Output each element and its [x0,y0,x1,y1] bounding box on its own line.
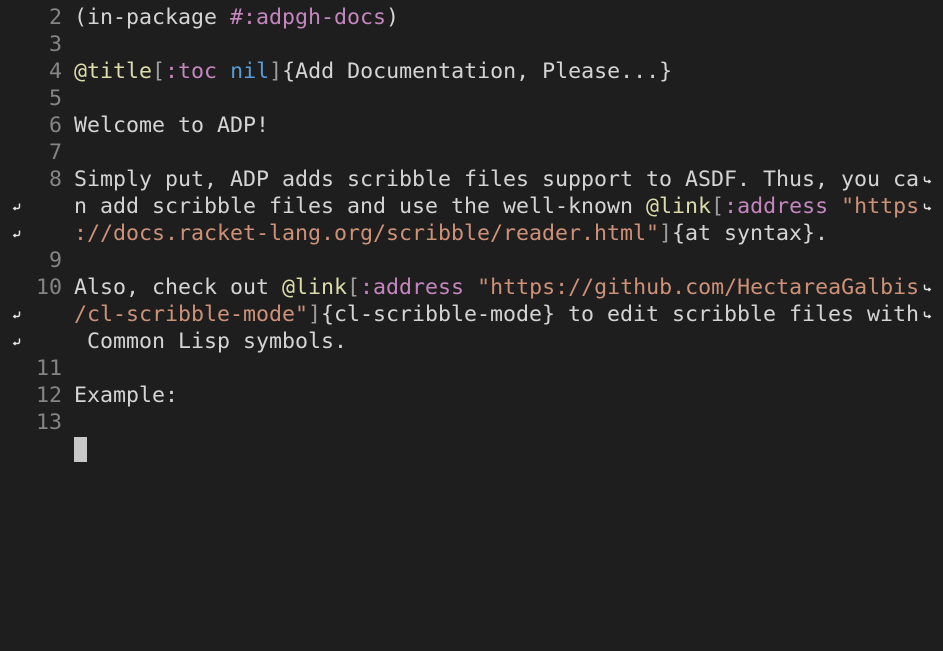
code-editor[interactable]: 2 (in-package #:adpgh-docs) 3 4 @title[:toc … [0,0,943,651]
token-bracket: ] [308,302,322,327]
code-line[interactable]: 11 [0,355,943,382]
line-number: 11 [35,356,62,381]
line-number: 5 [48,86,62,111]
token-string: ://docs.racket-lang.org/scribble/reader.… [74,221,660,246]
token-at-command: @link [282,275,348,300]
line-text: Also, check out @link[:address "https://… [74,274,919,301]
code-line[interactable]: /cl-scribble-mode"]{cl-scribble-mode} to… [0,301,943,328]
token-text: Common Lisp symbols. [74,329,348,354]
line-number: 6 [48,113,62,138]
line-text: Simply put, ADP adds scribble files supp… [74,166,919,193]
line-text: Welcome to ADP! [74,112,269,139]
wrap-arrow-icon [923,310,932,319]
line-text: @title[:toc nil]{Add Documentation, Plea… [74,58,672,85]
wrap-continuation-icon [12,229,21,238]
token-text: Also, check out [74,275,283,300]
line-text: /cl-scribble-mode"]{cl-scribble-mode} to… [74,301,919,328]
line-number: 4 [48,59,62,84]
wrap-arrow-icon [923,175,932,184]
code-line[interactable]: 10 Also, check out @link[:address "https:… [0,274,943,301]
token-bracket: [ [347,275,361,300]
code-line[interactable]: 4 @title[:toc nil]{Add Documentation, Ple… [0,58,943,85]
code-line[interactable]: 2 (in-package #:adpgh-docs) [0,4,943,31]
token-text: {Add Documentation, Please...} [282,59,673,84]
wrap-arrow-icon [923,283,932,292]
token-string: "https [841,194,920,219]
code-line[interactable]: 8 Simply put, ADP adds scribble files sup… [0,166,943,193]
line-number: 7 [48,140,62,165]
token-text: {cl-scribble-mode} to edit scribble file… [321,302,920,327]
wrap-continuation-icon [12,337,21,346]
code-line[interactable]: 5 [0,85,943,112]
code-line[interactable]: n add scribble files and use the well-kn… [0,193,943,220]
token-bracket: [ [711,194,725,219]
token-keyword: :toc [165,59,218,84]
line-number: 2 [48,5,62,30]
line-text: Common Lisp symbols. [74,328,347,355]
line-number: 8 [48,167,62,192]
line-number: 13 [35,410,62,435]
code-line[interactable]: ://docs.racket-lang.org/scribble/reader.… [0,220,943,247]
text-cursor [74,437,87,462]
token-text: n add scribble files and use the well-kn… [74,194,647,219]
token-keyword: :address [724,194,829,219]
code-line[interactable]: 6 Welcome to ADP! [0,112,943,139]
wrap-arrow-icon [923,202,932,211]
code-line[interactable]: 12 Example: [0,382,943,409]
code-line[interactable]: 7 [0,139,943,166]
line-text: ://docs.racket-lang.org/scribble/reader.… [74,220,828,247]
line-text: n add scribble files and use the well-kn… [74,193,919,220]
token-at-command: @link [646,194,712,219]
token-constant: nil [230,59,270,84]
token-string: /cl-scribble-mode" [74,302,309,327]
token-keyword: #:adpgh-docs [230,5,387,30]
token-text: ) [386,5,400,30]
line-number: 9 [48,248,62,273]
token-text: {at syntax}. [672,221,829,246]
code-line[interactable]: 13 [0,409,943,436]
token-string: "https://github.com/HectareaGalbis [477,275,920,300]
token-text: Example: [74,383,179,408]
code-line[interactable]: 3 [0,31,943,58]
token-text: (in-package [74,5,231,30]
token-bracket: [ [152,59,166,84]
line-number: 12 [35,383,62,408]
line-text: Example: [74,382,178,409]
token-at-command: @title [74,59,153,84]
code-line[interactable]: 9 [0,247,943,274]
token-keyword: :address [360,275,465,300]
token-bracket: ] [269,59,283,84]
line-number: 10 [35,275,62,300]
code-line[interactable]: Common Lisp symbols. [0,328,943,355]
token-text: Welcome to ADP! [74,113,270,138]
token-text: Simply put, ADP adds scribble files supp… [74,167,920,192]
wrap-continuation-icon [12,310,21,319]
token-bracket: ] [659,221,673,246]
line-number: 3 [48,32,62,57]
wrap-continuation-icon [12,202,21,211]
line-text: (in-package #:adpgh-docs) [74,4,399,31]
